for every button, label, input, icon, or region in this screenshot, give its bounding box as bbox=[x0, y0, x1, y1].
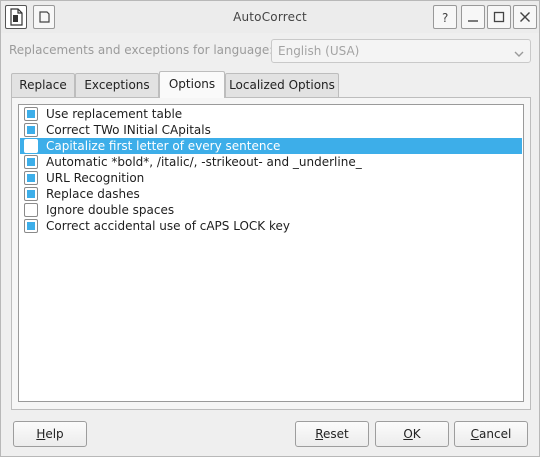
option-replace-dashes[interactable]: Replace dashes bbox=[20, 186, 522, 202]
help-icon[interactable]: ? bbox=[433, 5, 457, 29]
autocorrect-dialog: AutoCorrect ? Replacements and exception… bbox=[0, 0, 540, 457]
checkbox[interactable] bbox=[24, 171, 38, 185]
window-title: AutoCorrect bbox=[233, 10, 307, 24]
tab-replace[interactable]: Replace bbox=[11, 73, 75, 97]
checkbox[interactable] bbox=[24, 203, 38, 217]
checkbox[interactable] bbox=[24, 187, 38, 201]
chevron-down-icon bbox=[514, 47, 524, 61]
option-label: Correct accidental use of cAPS LOCK key bbox=[46, 219, 290, 233]
language-select[interactable]: English (USA) bbox=[271, 39, 531, 63]
option-use-replacement-table[interactable]: Use replacement table bbox=[20, 106, 522, 122]
title-bar[interactable]: AutoCorrect ? bbox=[1, 1, 539, 33]
option-automatic-formatting[interactable]: Automatic *bold*, /italic/, -strikeout- … bbox=[20, 154, 522, 170]
option-correct-caps-lock[interactable]: Correct accidental use of cAPS LOCK key bbox=[20, 218, 522, 234]
option-correct-two-initial-capitals[interactable]: Correct TWo INitial CApitals bbox=[20, 122, 522, 138]
svg-text:?: ? bbox=[442, 11, 448, 23]
minimize-icon[interactable] bbox=[461, 5, 485, 29]
checkbox[interactable] bbox=[24, 107, 38, 121]
ok-button[interactable]: OK bbox=[375, 421, 449, 447]
option-ignore-double-spaces[interactable]: Ignore double spaces bbox=[20, 202, 522, 218]
option-label: URL Recognition bbox=[46, 171, 145, 185]
tab-localized-options[interactable]: Localized Options bbox=[225, 73, 339, 97]
option-label: Capitalize first letter of every sentenc… bbox=[46, 139, 281, 153]
option-label: Ignore double spaces bbox=[46, 203, 175, 217]
tab-bar: Replace Exceptions Options Localized Opt… bbox=[11, 71, 531, 98]
option-label: Replace dashes bbox=[46, 187, 140, 201]
option-label: Correct TWo INitial CApitals bbox=[46, 123, 211, 137]
help-button[interactable]: Help bbox=[13, 421, 87, 447]
tab-exceptions[interactable]: Exceptions bbox=[75, 73, 159, 97]
checkbox[interactable] bbox=[24, 139, 38, 153]
option-label: Use replacement table bbox=[46, 107, 183, 121]
cancel-button[interactable]: Cancel bbox=[454, 421, 528, 447]
tab-options[interactable]: Options bbox=[159, 71, 225, 98]
options-panel: Use replacement table Correct TWo INitia… bbox=[11, 97, 531, 410]
language-label: Replacements and exceptions for language… bbox=[9, 43, 274, 57]
maximize-icon[interactable] bbox=[487, 5, 511, 29]
checkbox[interactable] bbox=[24, 219, 38, 233]
checkbox[interactable] bbox=[24, 155, 38, 169]
language-select-value: English (USA) bbox=[278, 44, 360, 58]
close-icon[interactable] bbox=[513, 5, 537, 29]
option-capitalize-first-letter[interactable]: Capitalize first letter of every sentenc… bbox=[20, 138, 522, 154]
option-label: Automatic *bold*, /italic/, -strikeout- … bbox=[46, 155, 362, 169]
options-list[interactable]: Use replacement table Correct TWo INitia… bbox=[18, 104, 524, 402]
checkbox[interactable] bbox=[24, 123, 38, 137]
option-url-recognition[interactable]: URL Recognition bbox=[20, 170, 522, 186]
reset-button[interactable]: Reset bbox=[295, 421, 369, 447]
